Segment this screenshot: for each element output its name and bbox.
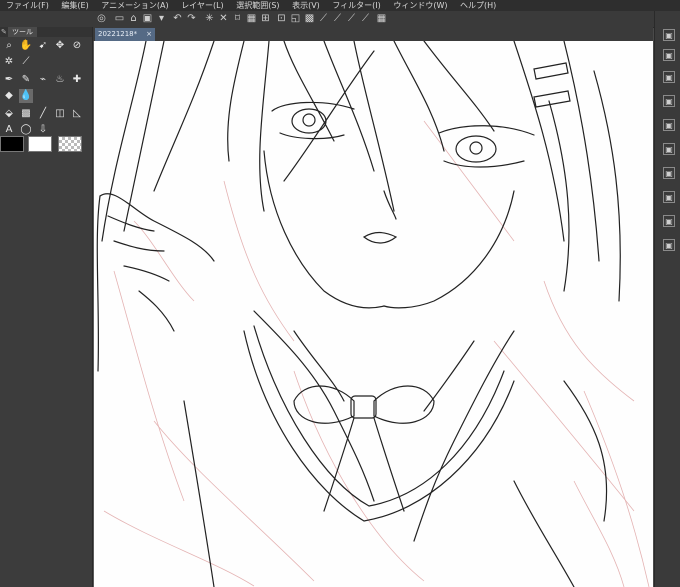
loading-icon[interactable]: ✳ — [204, 13, 215, 24]
layer-panel-icon[interactable]: ▣ — [663, 191, 675, 203]
grid-toggle-icon[interactable]: ▦ — [376, 13, 387, 24]
pencil-icon: ✎ — [1, 28, 7, 36]
object-select-icon[interactable]: ➹ — [36, 39, 50, 53]
invert-icon[interactable]: ◱ — [290, 13, 301, 24]
brush-icon[interactable]: ⌁ — [36, 73, 50, 87]
menu-layer[interactable]: レイヤー(L) — [181, 1, 223, 10]
close-icon[interactable]: × — [146, 28, 152, 41]
cloud-icon[interactable]: ▾ — [156, 13, 167, 24]
move-icon[interactable]: ✥ — [53, 39, 67, 53]
text-icon[interactable]: A — [2, 123, 16, 137]
ruler-icon[interactable]: ◺ — [70, 107, 84, 121]
menu-window[interactable]: ウィンドウ(W) — [393, 1, 447, 10]
navigator-icon[interactable]: ▣ — [663, 29, 675, 41]
sketch-drawing — [96, 41, 650, 587]
menu-selection[interactable]: 選択範囲(S) — [236, 1, 279, 10]
layer-property-icon[interactable]: ▣ — [663, 71, 675, 83]
blend-icon[interactable]: 💧 — [19, 89, 33, 103]
pen-icon[interactable]: ⟋ — [19, 55, 33, 69]
eraser-icon[interactable]: ◆ — [2, 89, 16, 103]
new-file-icon[interactable]: ▭ — [114, 13, 125, 24]
save-icon[interactable]: ▣ — [142, 13, 153, 24]
crop-icon[interactable]: ⊞ — [260, 13, 271, 24]
transform-icon[interactable]: ⌑ — [232, 13, 243, 24]
fill-icon[interactable]: ▦ — [246, 13, 257, 24]
canvas-area[interactable] — [93, 41, 653, 587]
color-set-icon[interactable]: ▣ — [663, 167, 675, 179]
menu-bar: ファイル(F) 編集(E) アニメーション(A) レイヤー(L) 選択範囲(S)… — [0, 0, 680, 11]
document-tabs: 20221218* × — [93, 27, 653, 41]
command-bar: ◎ ▭ ⌂ ▣ ▾ ↶ ↷ ✳ ✕ ⌑ ▦ ⊞ ⊡ ◱ ▩ ⟋ ⟋ ⟋ ⟋ ▦ — [0, 11, 680, 28]
sub-view-icon[interactable]: ▣ — [663, 49, 675, 61]
auto-select-icon[interactable]: ✲ — [2, 55, 16, 69]
document-title: 20221218* — [98, 30, 138, 38]
line-art — [96, 41, 621, 587]
menu-view[interactable]: 表示(V) — [292, 1, 320, 10]
menu-help[interactable]: ヘルプ(H) — [460, 1, 496, 10]
app-logo-icon[interactable]: ◎ — [96, 13, 107, 24]
undo-icon[interactable]: ↶ — [172, 13, 183, 24]
tab-tools[interactable]: ツール — [8, 27, 37, 37]
menu-animation[interactable]: アニメーション(A) — [101, 1, 168, 10]
balloon-icon[interactable]: ◯ — [19, 123, 33, 137]
deselect-icon[interactable]: ⊡ — [276, 13, 287, 24]
snap-grid-icon[interactable]: ⟋ — [346, 13, 357, 24]
ruler-snap-icon[interactable]: ⟋ — [318, 13, 329, 24]
snap-guide-icon[interactable]: ⟋ — [360, 13, 371, 24]
tool-property-icon[interactable]: ▣ — [663, 95, 675, 107]
selection-show-icon[interactable]: ▩ — [304, 13, 315, 24]
tool-panel-header: ✎ ツール — [0, 27, 92, 37]
redo-icon[interactable]: ↷ — [186, 13, 197, 24]
snap-special-ruler-icon[interactable]: ⟋ — [332, 13, 343, 24]
main-color-swatch[interactable] — [0, 136, 24, 152]
pencil-tool-icon[interactable]: ✎ — [19, 73, 33, 87]
zoom-icon[interactable]: ⌕ — [2, 39, 16, 53]
tab-document[interactable]: 20221218* × — [95, 28, 155, 41]
material-panel-icon[interactable]: ▣ — [663, 215, 675, 227]
hand-icon[interactable]: ✋ — [19, 39, 33, 53]
drawing-canvas[interactable] — [94, 41, 653, 587]
frame-border-icon[interactable]: ◫ — [53, 107, 67, 121]
color-wheel-icon[interactable]: ▣ — [663, 143, 675, 155]
menu-filter[interactable]: フィルター(I) — [332, 1, 380, 10]
menu-edit[interactable]: 編集(E) — [61, 1, 88, 10]
transparent-color-swatch[interactable] — [58, 136, 82, 152]
menu-file[interactable]: ファイル(F) — [6, 1, 49, 10]
correct-line-icon[interactable]: ⇩ — [36, 123, 50, 137]
eyedropper-icon[interactable]: ⊘ — [70, 39, 84, 53]
history-panel-icon[interactable]: ▣ — [663, 239, 675, 251]
decoration-icon[interactable]: ✚ — [70, 73, 84, 87]
gradient-icon[interactable]: ▩ — [19, 107, 33, 121]
brush-size-icon[interactable]: ▣ — [663, 119, 675, 131]
fill-tool-icon[interactable]: ⬙ — [2, 107, 16, 121]
pen-tool-icon[interactable]: ✒ — [2, 73, 16, 87]
clear-icon[interactable]: ✕ — [218, 13, 229, 24]
right-panel: ▣ ▣ ▣ ▣ ▣ ▣ ▣ ▣ ▣ ▣ — [654, 11, 680, 587]
airbrush-icon[interactable]: ♨ — [53, 73, 67, 87]
tool-panel: ✎ ツール ⌕ ✋ ➹ ✥ ⊘ ✲ ⟋ ✒ ✎ ⌁ ♨ ✚ ◆ 💧 ⬙ ▩ ╱ … — [0, 27, 93, 587]
sub-color-swatch[interactable] — [28, 136, 52, 152]
open-folder-icon[interactable]: ⌂ — [128, 13, 139, 24]
figure-icon[interactable]: ╱ — [36, 107, 50, 121]
